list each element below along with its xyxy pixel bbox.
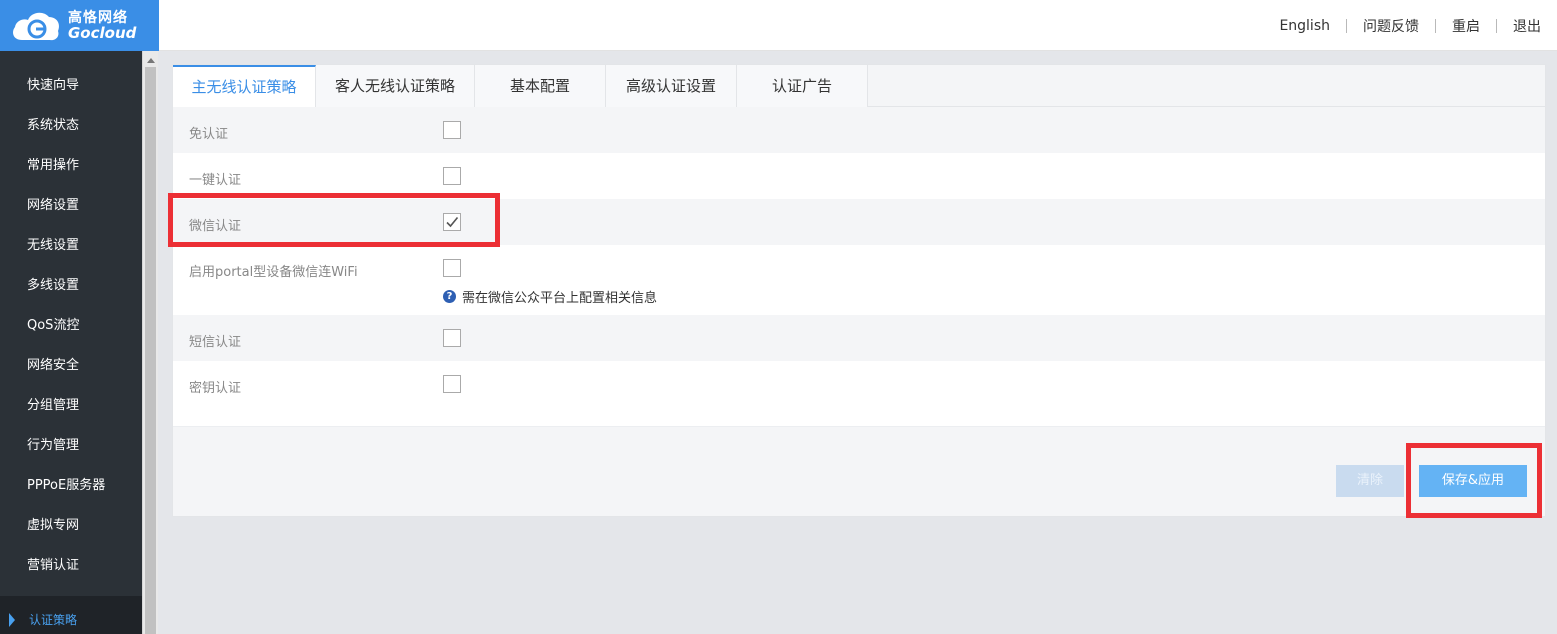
sidebar-item-vpn[interactable]: 虚拟专网 [0, 506, 142, 546]
sidebar-item-multiline[interactable]: 多线设置 [0, 266, 142, 306]
restart-link[interactable]: 重启 [1436, 16, 1496, 36]
sidebar-item-groups[interactable]: 分组管理 [0, 386, 142, 426]
sidebar-item-wireless[interactable]: 无线设置 [0, 226, 142, 266]
row-spacer [173, 407, 1545, 427]
language-english-link[interactable]: English [1263, 18, 1346, 34]
portal-wechat-wifi-checkbox[interactable] [443, 259, 461, 277]
sidebar: 快速向导 系统状态 常用操作 网络设置 无线设置 多线设置 QoS流控 网络安全… [0, 51, 142, 634]
tab-advanced-auth[interactable]: 高级认证设置 [606, 65, 737, 107]
tab-basic-config[interactable]: 基本配置 [475, 65, 606, 107]
sidebar-item-auth-policy[interactable]: 认证策略 [0, 596, 142, 634]
feedback-link[interactable]: 问题反馈 [1347, 16, 1435, 36]
option-label: 免认证 [189, 127, 229, 142]
option-row-portal-wechat: 启用portal型设备微信连WiFi ? 需在微信公众平台上配置相关信息 [173, 245, 1545, 315]
option-label: 密钥认证 [189, 381, 242, 396]
tab-main-wireless-auth[interactable]: 主无线认证策略 [173, 65, 316, 107]
option-label: 短信认证 [189, 335, 242, 350]
one-click-auth-checkbox[interactable] [443, 167, 461, 185]
sms-auth-checkbox[interactable] [443, 329, 461, 347]
scrollbar-thumb[interactable] [145, 67, 156, 634]
no-auth-checkbox[interactable] [443, 121, 461, 139]
hint-text: 需在微信公众平台上配置相关信息 [462, 291, 658, 306]
sidebar-item-quick-guide[interactable]: 快速向导 [0, 66, 142, 106]
wechat-config-hint: ? 需在微信公众平台上配置相关信息 [443, 287, 657, 306]
brand-name-en: Gocloud [68, 23, 137, 42]
auth-options-list: 免认证 一键认证 微信认证 启用portal型设备微信连WiFi ? 需在微信公… [173, 107, 1545, 427]
logo-text: 高恪网络 Gocloud [68, 10, 137, 42]
tab-auth-ads[interactable]: 认证广告 [737, 65, 868, 107]
logo: 高恪网络 Gocloud [0, 0, 159, 51]
sidebar-item-common-ops[interactable]: 常用操作 [0, 146, 142, 186]
top-header: 高恪网络 Gocloud English 问题反馈 重启 退出 [0, 0, 1557, 51]
sidebar-item-network[interactable]: 网络设置 [0, 186, 142, 226]
key-auth-checkbox[interactable] [443, 375, 461, 393]
sidebar-item-system-status[interactable]: 系统状态 [0, 106, 142, 146]
tab-guest-wireless-auth[interactable]: 客人无线认证策略 [316, 65, 475, 107]
highlight-box-save [1406, 443, 1542, 518]
sidebar-item-pppoe-server[interactable]: PPPoE服务器 [0, 466, 142, 506]
scroll-up-icon[interactable] [147, 58, 155, 63]
option-row-no-auth: 免认证 [173, 107, 1545, 153]
sidebar-scrollbar[interactable] [142, 51, 158, 634]
option-row-sms: 短信认证 [173, 315, 1545, 361]
cloud-logo-icon [10, 8, 62, 44]
top-nav: English 问题反馈 重启 退出 [1263, 0, 1557, 51]
help-icon: ? [443, 290, 456, 303]
option-label: 一键认证 [189, 173, 242, 188]
sidebar-item-label: 认证策略 [29, 613, 78, 627]
active-marker-icon [9, 613, 15, 627]
sidebar-item-behavior[interactable]: 行为管理 [0, 426, 142, 466]
highlight-box-wechat [168, 193, 500, 247]
tab-bar: 主无线认证策略 客人无线认证策略 基本配置 高级认证设置 认证广告 [173, 65, 1545, 107]
clear-button[interactable]: 清除 [1336, 465, 1404, 497]
auth-policy-panel: 主无线认证策略 客人无线认证策略 基本配置 高级认证设置 认证广告 免认证 一键… [172, 64, 1546, 517]
option-row-key: 密钥认证 [173, 361, 1545, 407]
sidebar-item-qos[interactable]: QoS流控 [0, 306, 142, 346]
sidebar-item-marketing-auth[interactable]: 营销认证 [0, 546, 142, 586]
logout-link[interactable]: 退出 [1497, 16, 1557, 36]
sidebar-item-security[interactable]: 网络安全 [0, 346, 142, 386]
option-label: 启用portal型设备微信连WiFi [189, 265, 358, 280]
